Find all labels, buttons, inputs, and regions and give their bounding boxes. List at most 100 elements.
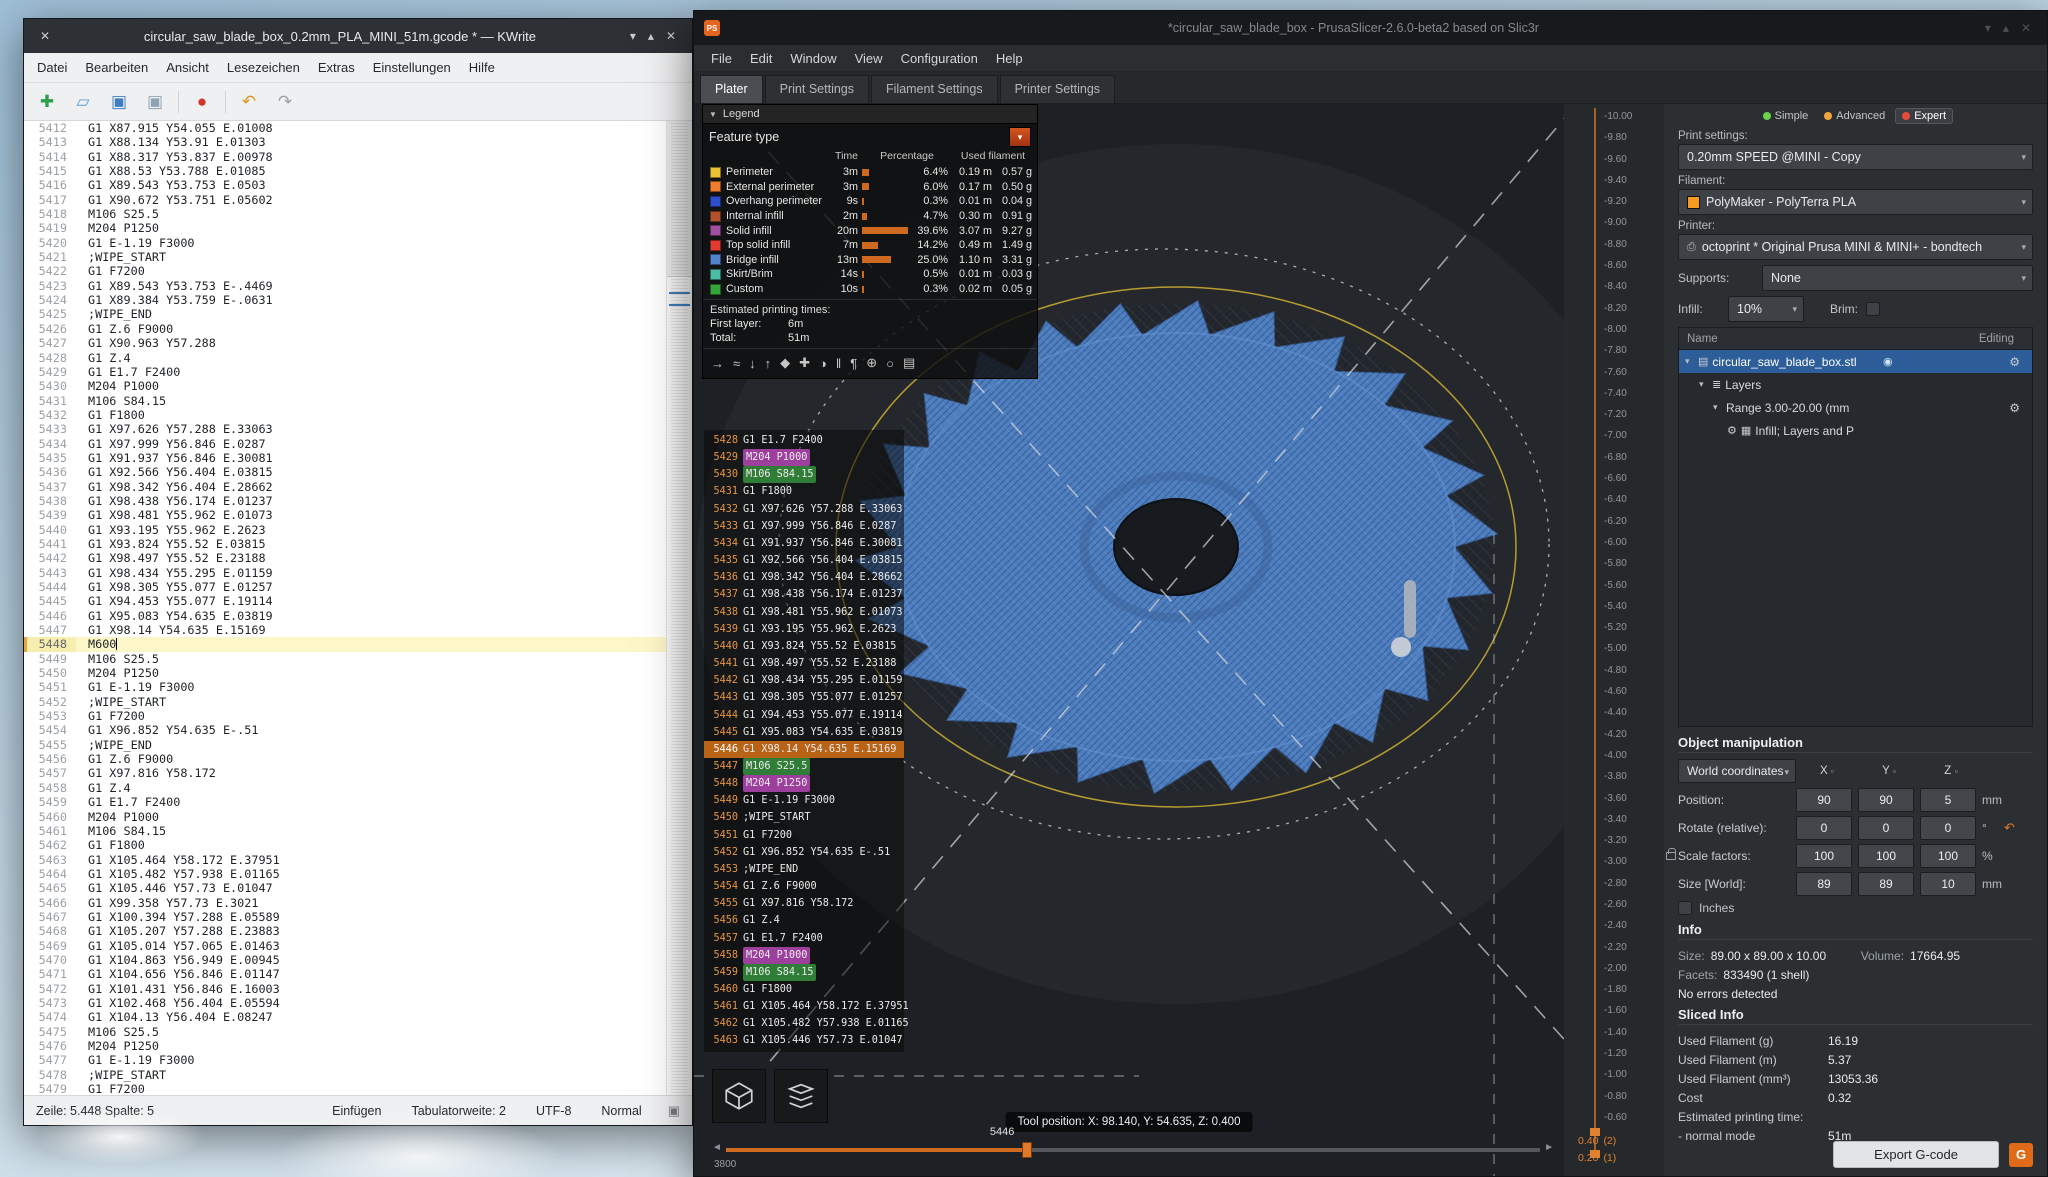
object-tree-row[interactable]: ▾Range 3.00-20.00 (mm⚙: [1679, 396, 2032, 419]
editor-line[interactable]: 5468G1 X105.207 Y57.288 E.23883: [24, 924, 666, 938]
prusa-3d-viewport[interactable]: ▼ Legend Feature type ▾ TimePercentageUs…: [694, 104, 1564, 1176]
travels-icon[interactable]: →: [711, 356, 724, 371]
scale-factors-x-input[interactable]: 100: [1796, 844, 1852, 868]
gcode-overlay-line[interactable]: 5456G1 Z.4: [704, 912, 904, 929]
supports-combo[interactable]: None: [1762, 265, 2033, 291]
send-to-printer-button[interactable]: G: [2009, 1143, 2033, 1167]
scale-factors-z-input[interactable]: 100: [1920, 844, 1976, 868]
highlight-mode-button[interactable]: Normal: [601, 1104, 641, 1118]
maximize-icon[interactable]: ▴: [2003, 21, 2009, 35]
gcode-overlay-line[interactable]: 5463G1 X105.446 Y57.73 E.01047: [704, 1032, 904, 1049]
editor-line[interactable]: 5426G1 Z.6 F9000: [24, 322, 666, 336]
editor-line[interactable]: 5455;WIPE_END: [24, 738, 666, 752]
gear-icon[interactable]: ⚙: [2009, 355, 2020, 369]
collapse-icon[interactable]: ▼: [709, 110, 717, 119]
layer-slider[interactable]: -10.00-9.80-9.60-9.40-9.20-9.00-8.80-8.6…: [1564, 104, 1664, 1176]
redo-icon[interactable]: ↷: [272, 89, 298, 115]
menu-item-hilfe[interactable]: Hilfe: [460, 56, 504, 79]
editor-line[interactable]: 5462G1 F1800: [24, 838, 666, 852]
editor-line[interactable]: 5429G1 E1.7 F2400: [24, 365, 666, 379]
legend-row-solid-infill[interactable]: Solid infill20m39.6%3.07 m9.27 g: [703, 223, 1037, 238]
bookmark-icon[interactable]: ●: [189, 89, 215, 115]
editor-line[interactable]: 5425;WIPE_END: [24, 307, 666, 321]
minimap-view-indicator[interactable]: [667, 121, 692, 277]
size-world-x-input[interactable]: 89: [1796, 872, 1852, 896]
position-x-input[interactable]: 90: [1796, 788, 1852, 812]
editor-line[interactable]: 5430M204 P1000: [24, 379, 666, 393]
tab-filament-settings[interactable]: Filament Settings: [871, 75, 998, 103]
menu-item-bearbeiten[interactable]: Bearbeiten: [76, 56, 157, 79]
scale-factors-y-input[interactable]: 100: [1858, 844, 1914, 868]
gcode-overlay-line[interactable]: 5437G1 X98.438 Y56.174 E.01237: [704, 586, 904, 603]
gcode-overlay-line[interactable]: 5457G1 E1.7 F2400: [704, 930, 904, 947]
printer-combo[interactable]: ⎙ octoprint * Original Prusa MINI & MINI…: [1678, 234, 2033, 260]
editor-line[interactable]: 5435G1 X91.937 Y56.846 E.30081: [24, 451, 666, 465]
editor-line[interactable]: 5477G1 E-1.19 F3000: [24, 1053, 666, 1067]
editor-line[interactable]: 5449M106 S25.5: [24, 652, 666, 666]
gcode-overlay-line[interactable]: 5429M204 P1000: [704, 449, 904, 466]
gcode-overlay-line[interactable]: 5430M106 S84.15: [704, 466, 904, 483]
editor-line[interactable]: 5443G1 X98.434 Y55.295 E.01159: [24, 566, 666, 580]
gcode-overlay-line[interactable]: 5441G1 X98.497 Y55.52 E.23188: [704, 655, 904, 672]
custom-gcode-icon[interactable]: ¶: [850, 356, 857, 371]
editor-line[interactable]: 5434G1 X97.999 Y56.846 E.0287: [24, 437, 666, 451]
gcode-overlay-line[interactable]: 5455G1 X97.816 Y58.172: [704, 895, 904, 912]
editor-line[interactable]: 5427G1 X90.963 Y57.288: [24, 336, 666, 350]
legend-row-overhang-perimeter[interactable]: Overhang perimeter9s0.3%0.01 m0.04 g: [703, 194, 1037, 209]
editor-line[interactable]: 5447G1 X98.14 Y54.635 E.15169: [24, 623, 666, 637]
editor-line[interactable]: 5457G1 X97.816 Y58.172: [24, 766, 666, 780]
gcode-overlay-line[interactable]: 5449G1 E-1.19 F3000: [704, 792, 904, 809]
editor-line[interactable]: 5463G1 X105.464 Y58.172 E.37951: [24, 853, 666, 867]
infill-combo[interactable]: 10%: [1728, 296, 1804, 322]
editor-line[interactable]: 5438G1 X98.438 Y56.174 E.01237: [24, 494, 666, 508]
gcode-overlay-line[interactable]: 5442G1 X98.434 Y55.295 E.01159: [704, 672, 904, 689]
legend-row-skirt-brim[interactable]: Skirt/Brim14s0.5%0.01 m0.03 g: [703, 267, 1037, 282]
tab-plater[interactable]: Plater: [700, 75, 763, 103]
shells-icon[interactable]: ○: [886, 356, 894, 371]
legend-toggle-icon[interactable]: ▤: [903, 355, 915, 371]
editor-line[interactable]: 5458G1 Z.4: [24, 781, 666, 795]
object-tree-row[interactable]: ▾≣Layers: [1679, 373, 2032, 396]
tab-width-button[interactable]: Tabulatorweite: 2: [411, 1104, 506, 1118]
editor-line[interactable]: 5439G1 X98.481 Y55.962 E.01073: [24, 508, 666, 522]
legend-row-perimeter[interactable]: Perimeter3m6.4%0.19 m0.57 g: [703, 165, 1037, 180]
editor-line[interactable]: 5473G1 X102.468 Y56.404 E.05594: [24, 996, 666, 1010]
close-icon[interactable]: ✕: [666, 29, 676, 43]
gcode-overlay-line[interactable]: 5431G1 F1800: [704, 483, 904, 500]
rotate-relative-z-input[interactable]: 0: [1920, 816, 1976, 840]
editor-line[interactable]: 5422G1 F7200: [24, 264, 666, 278]
gcode-overlay-line[interactable]: 5460G1 F1800: [704, 981, 904, 998]
editor-line[interactable]: 5479G1 F7200: [24, 1082, 666, 1095]
editor-line[interactable]: 5433G1 X97.626 Y57.288 E.33063: [24, 422, 666, 436]
editor-line[interactable]: 5413G1 X88.134 Y53.91 E.01303: [24, 135, 666, 149]
editor-line[interactable]: 5441G1 X93.824 Y55.52 E.03815: [24, 537, 666, 551]
menu-item-datei[interactable]: Datei: [28, 56, 76, 79]
gcode-overlay-line[interactable]: 5436G1 X98.342 Y56.404 E.28662: [704, 569, 904, 586]
editor-line[interactable]: 5431M106 S84.15: [24, 394, 666, 408]
layer-handle-label[interactable]: 0.40(2): [1578, 1132, 1616, 1149]
gcode-overlay-line[interactable]: 5448M204 P1250: [704, 775, 904, 792]
gcode-overlay-line[interactable]: 5439G1 X93.195 Y55.962 E.2623: [704, 621, 904, 638]
gcode-overlay-line[interactable]: 5452G1 X96.852 Y54.635 E-.51: [704, 844, 904, 861]
shade-icon[interactable]: ▾: [1985, 21, 1991, 35]
gcode-overlay-line[interactable]: 5444G1 X94.453 Y55.077 E.19114: [704, 707, 904, 724]
editor-line[interactable]: 5415G1 X88.53 Y53.788 E.01085: [24, 164, 666, 178]
menu-item-edit[interactable]: Edit: [741, 48, 781, 69]
prusaslicer-titlebar[interactable]: PS *circular_saw_blade_box - PrusaSlicer…: [694, 11, 2047, 45]
size-world-z-input[interactable]: 10: [1920, 872, 1976, 896]
editor-line[interactable]: 5440G1 X93.195 Y55.962 E.2623: [24, 523, 666, 537]
undo-icon[interactable]: ↶: [236, 89, 262, 115]
gcode-overlay-line[interactable]: 5445G1 X95.083 Y54.635 E.03819: [704, 724, 904, 741]
legend-row-top-solid-infill[interactable]: Top solid infill7m14.2%0.49 m1.49 g: [703, 238, 1037, 253]
editor-line[interactable]: 5432G1 F1800: [24, 408, 666, 422]
caret-down-icon[interactable]: ▾: [1713, 402, 1726, 413]
menu-item-lesezeichen[interactable]: Lesezeichen: [218, 56, 309, 79]
object-tree-row[interactable]: ▾▤circular_saw_blade_box.stl◉⚙: [1679, 350, 2032, 373]
editor-line[interactable]: 5459G1 E1.7 F2400: [24, 795, 666, 809]
maximize-icon[interactable]: ▴: [648, 29, 654, 43]
editor-line[interactable]: 5472G1 X101.431 Y56.846 E.16003: [24, 982, 666, 996]
editor-minimap-scrollbar[interactable]: [666, 121, 692, 1095]
filament-combo[interactable]: PolyMaker - PolyTerra PLA: [1678, 189, 2033, 215]
gcode-overlay-line[interactable]: 5435G1 X92.566 Y56.404 E.03815: [704, 552, 904, 569]
deretractions-icon[interactable]: ↑: [765, 356, 772, 371]
